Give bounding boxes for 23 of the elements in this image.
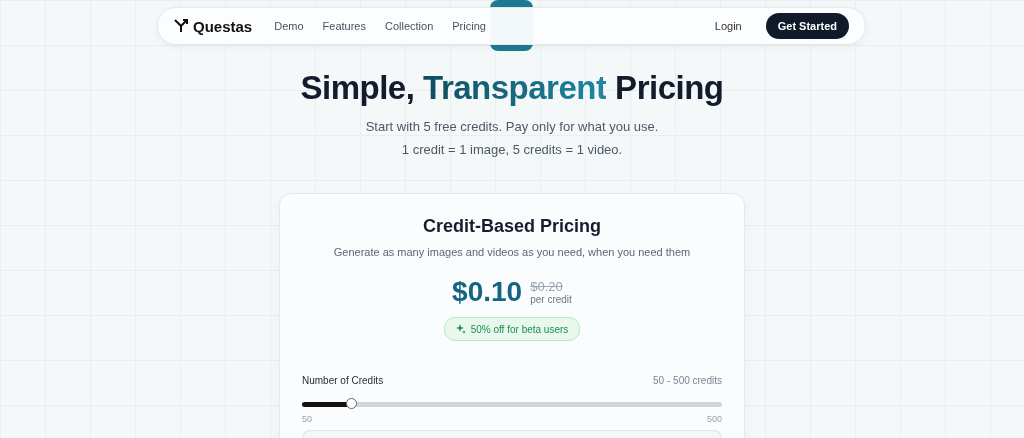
subtitle-text: 1 credit = 1 image, 5 credits = 1 video.	[400, 142, 624, 157]
card-title: Credit-Based Pricing	[421, 216, 602, 237]
sparkle-icon	[455, 324, 466, 334]
min-label: 50	[302, 414, 312, 424]
slider-handle[interactable]	[346, 398, 358, 409]
price-unit: per credit	[530, 294, 572, 305]
price: $0.10	[452, 276, 523, 308]
nav-link[interactable]: Collection	[384, 20, 434, 32]
subtitle-text: Start with 5 free credits. Pay only for what you use.	[364, 119, 660, 134]
slider-label: Number of Credits	[302, 375, 384, 386]
logo-icon	[174, 19, 188, 33]
nav-link[interactable]: Features	[322, 20, 366, 32]
page-title: Simple, Transparent Pricing	[299, 69, 725, 107]
discount-badge: 50% off for beta users	[443, 317, 581, 341]
get-started-button[interactable]: Get Started	[765, 13, 849, 39]
max-label: 500	[706, 414, 722, 424]
brand-name[interactable]: Questas	[193, 17, 253, 35]
old-price: $0.20	[530, 279, 564, 294]
range-text: 50 - 500 credits	[653, 375, 722, 386]
nav-link[interactable]: Demo	[274, 20, 304, 32]
nav-link[interactable]: Pricing	[452, 20, 486, 32]
card-subtitle: Generate as many images and videos as you need, when you need them	[332, 246, 692, 258]
login-link[interactable]: Login	[714, 20, 742, 32]
